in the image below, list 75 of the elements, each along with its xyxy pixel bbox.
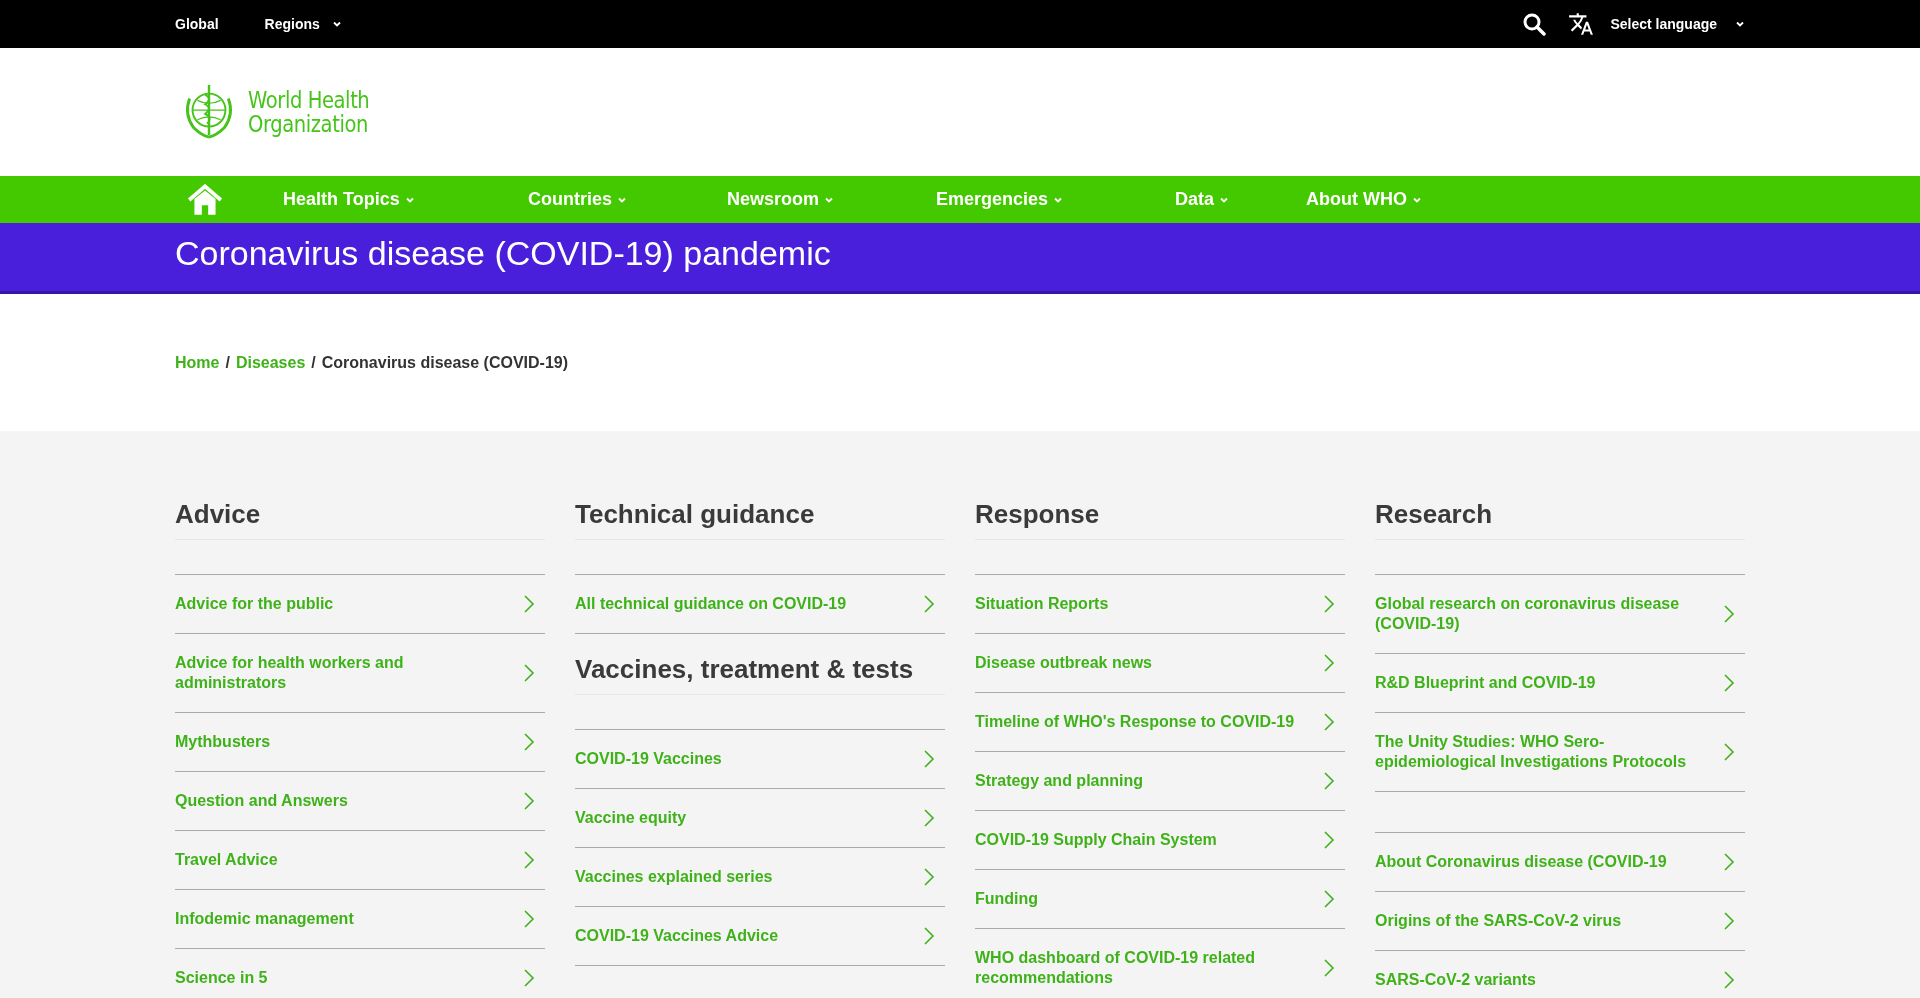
section-link[interactable]: Question and Answers [175,772,545,831]
search-icon[interactable] [1522,12,1547,36]
chevron-right-icon [923,749,935,769]
page-title: Coronavirus disease (COVID-19) pandemic [175,233,831,273]
nav-item[interactable]: About WHO [1306,186,1422,213]
section-link[interactable]: Situation Reports [975,575,1345,634]
section-link[interactable]: R&D Blueprint and COVID-19 [1375,654,1745,713]
chevron-right-icon [523,732,535,752]
section-link[interactable]: All technical guidance on COVID-19 [575,575,945,634]
section-heading: Response [975,499,1345,540]
logo[interactable]: World Health Organization [175,81,391,143]
chevron-right-icon [1723,852,1735,872]
section-link[interactable]: Infodemic management [175,890,545,949]
section-link[interactable]: Science in 5 [175,949,545,998]
chevron-right-icon [1323,712,1335,732]
chevron-right-icon [923,867,935,887]
nav-item[interactable]: Emergencies [936,186,1064,213]
section-link[interactable]: Global research on coronavirus disease (COVID-19) [1375,575,1745,654]
chevron-right-icon [923,594,935,614]
chevron-right-icon [1323,653,1335,673]
section-link[interactable]: Strategy and planning [975,752,1345,811]
chevron-right-icon [523,850,535,870]
chevron-right-icon [1323,889,1335,909]
chevron-right-icon [1323,594,1335,614]
chevron-right-icon [523,968,535,988]
nav-item[interactable]: Data [1175,186,1229,213]
logo-wordmark: World Health Organization [248,88,370,136]
chevron-down-icon [1735,19,1745,29]
chevron-right-icon [523,791,535,811]
nav-item[interactable]: Newsroom [727,186,835,213]
chevron-right-icon [1323,830,1335,850]
section-link[interactable]: COVID-19 Vaccines [575,730,945,789]
section-link[interactable]: About Coronavirus disease (COVID-19 [1375,833,1745,892]
section-link[interactable]: Origins of the SARS-CoV-2 virus [1375,892,1745,951]
chevron-right-icon [1723,970,1735,990]
section-heading: Advice [175,499,545,540]
breadcrumb-separator: / [311,352,316,373]
breadcrumb-separator: / [225,352,230,373]
top-bar-link[interactable]: Global [175,13,219,35]
section-link[interactable]: COVID-19 Vaccines Advice [575,907,945,966]
section-link[interactable]: Timeline of WHO's Response to COVID-19 [975,693,1345,752]
chevron-right-icon [1723,742,1735,762]
chevron-right-icon [1723,911,1735,931]
chevron-right-icon [523,594,535,614]
chevron-right-icon [1323,958,1335,978]
translate-icon [1568,11,1595,37]
breadcrumb-link[interactable]: Home [175,350,220,375]
nav-item[interactable]: Countries [528,186,627,213]
chevron-right-icon [523,909,535,929]
chevron-right-icon [923,926,935,946]
nav-item[interactable]: Health Topics [283,186,415,213]
section-link[interactable]: Advice for health workers and administrators [175,634,545,713]
section-link[interactable]: COVID-19 Supply Chain System [975,811,1345,870]
section-link[interactable]: Funding [975,870,1345,929]
section-link[interactable]: Advice for the public [175,575,545,634]
chevron-right-icon [923,808,935,828]
section-heading: Vaccines, treatment & tests [575,654,945,695]
language-select[interactable]: Select language [1610,13,1745,35]
chevron-right-icon [523,663,535,683]
section-link[interactable]: Disease outbreak news [975,634,1345,693]
section-link[interactable]: Mythbusters [175,713,545,772]
breadcrumb-current: Coronavirus disease (COVID-19) [321,352,569,373]
section-link[interactable]: Vaccine equity [575,789,945,848]
section-link[interactable]: Travel Advice [175,831,545,890]
chevron-right-icon [1323,771,1335,791]
section-link[interactable]: Vaccines explained series [575,848,945,907]
chevron-right-icon [1723,604,1735,624]
section-link[interactable]: The Unity Studies: WHO Sero-epidemiological Investigations Protocols [1375,713,1745,792]
breadcrumb-link[interactable]: Diseases [235,350,306,375]
section-link[interactable]: SARS-CoV-2 variants [1375,951,1745,998]
chevron-right-icon [1723,673,1735,693]
section-heading: Research [1375,499,1745,540]
section-heading: Technical guidance [575,499,945,540]
top-bar-link[interactable]: Regions [264,13,342,35]
section-link[interactable]: WHO dashboard of COVID-19 related recommendations [975,929,1345,998]
